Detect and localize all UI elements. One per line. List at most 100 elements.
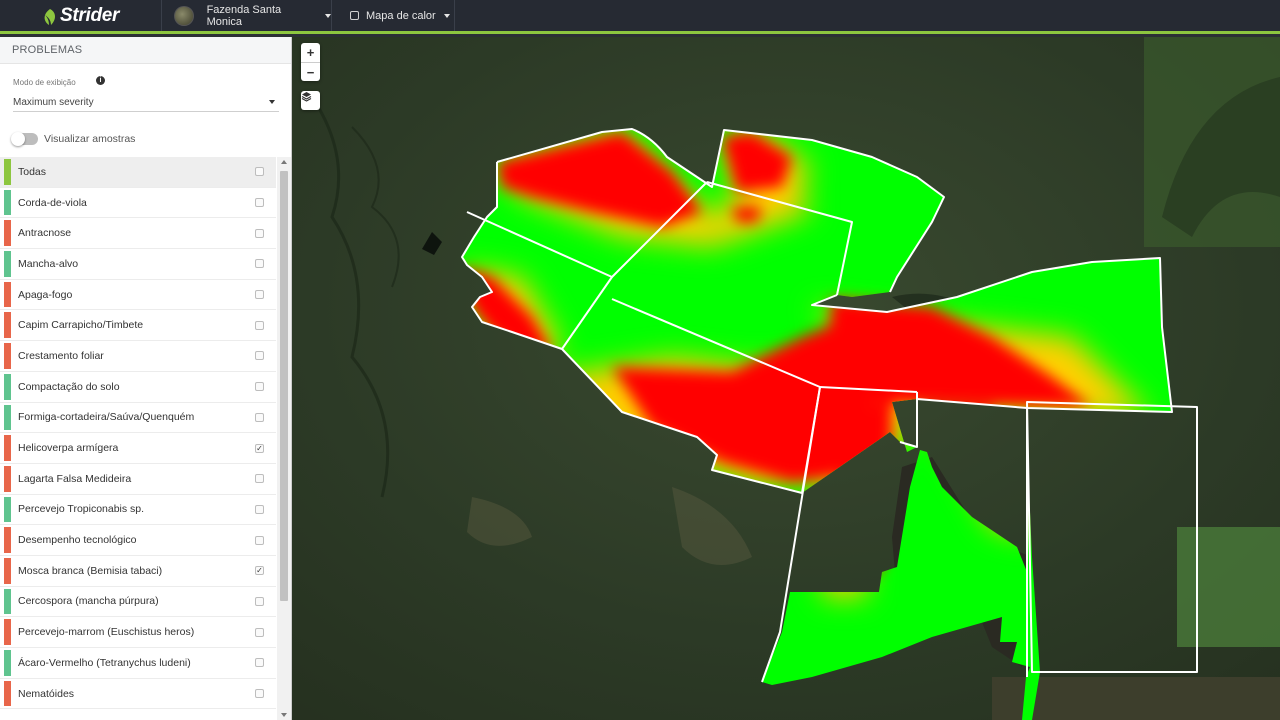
problem-item-checkbox[interactable]: [255, 351, 264, 361]
severity-color-bar: [4, 650, 11, 676]
severity-color-bar: [4, 251, 11, 277]
heatmap-checkbox[interactable]: [350, 11, 359, 20]
problem-item-checkbox[interactable]: [255, 167, 264, 177]
problem-item-checkbox[interactable]: [255, 596, 264, 606]
severity-color-bar: [4, 281, 11, 308]
leaf-icon: [44, 9, 56, 25]
problem-item[interactable]: Mosca branca (Bemisia tabaci) ✓: [0, 556, 276, 587]
brand-name: Strider: [60, 4, 120, 26]
severity-color-bar: [4, 312, 11, 339]
severity-color-bar: [4, 373, 11, 400]
problem-item-label: Helicoverpa armígera: [18, 442, 119, 455]
problem-item-label: Nematóides: [18, 687, 75, 700]
problem-item-checkbox[interactable]: [255, 259, 264, 269]
severity-color-bar: [4, 680, 11, 707]
info-icon[interactable]: i: [96, 76, 105, 85]
display-mode-select[interactable]: Maximum severity: [13, 93, 279, 112]
severity-color-bar: [4, 435, 11, 461]
problem-item[interactable]: Crestamento foliar: [0, 341, 276, 372]
problem-list: Todas Corda-de-viola Antracnose Mancha-alvo…: [0, 157, 276, 710]
problem-item-label: Mosca branca (Bemisia tabaci): [18, 564, 163, 577]
top-bar: Strider Fazenda Santa Monica Mapa de cal…: [0, 0, 1280, 34]
problem-item-checkbox[interactable]: [255, 627, 264, 637]
problem-item[interactable]: Desempenho tecnológico: [0, 525, 276, 556]
problem-item-checkbox[interactable]: [255, 535, 264, 545]
map-view[interactable]: + −: [292, 37, 1280, 720]
problem-item-label: Crestamento foliar: [18, 349, 104, 362]
severity-color-bar: [4, 465, 11, 492]
zoom-out-button[interactable]: −: [301, 62, 320, 81]
problem-item[interactable]: Nematóides: [0, 679, 276, 710]
severity-color-bar: [4, 404, 11, 431]
heatmap-toggle[interactable]: Mapa de calor: [332, 0, 455, 31]
show-samples-toggle[interactable]: [11, 132, 38, 146]
problem-item[interactable]: Compactação do solo: [0, 372, 276, 403]
problem-item[interactable]: Formiga-cortadeira/Saúva/Quenquém: [0, 403, 276, 434]
problem-item[interactable]: Percevejo Tropiconabis sp.: [0, 495, 276, 526]
layers-icon: [301, 92, 312, 102]
severity-color-bar: [4, 588, 11, 615]
problem-item[interactable]: Mancha-alvo: [0, 249, 276, 280]
problem-item-label: Percevejo Tropiconabis sp.: [18, 503, 145, 516]
problem-item-checkbox[interactable]: [255, 198, 264, 208]
severity-color-bar: [4, 189, 11, 216]
severity-color-bar: [4, 527, 11, 553]
problem-item-checkbox[interactable]: [255, 320, 264, 330]
problem-item-label: Antracnose: [18, 227, 72, 240]
farm-selector[interactable]: Fazenda Santa Monica: [162, 0, 332, 31]
chevron-down-icon: [269, 100, 275, 104]
zoom-in-button[interactable]: +: [301, 43, 320, 62]
problem-item[interactable]: Ácaro-Vermelho (Tetranychus ludeni): [0, 648, 276, 679]
problem-item[interactable]: Corda-de-viola: [0, 188, 276, 219]
scrollbar-thumb[interactable]: [280, 171, 288, 601]
problem-item[interactable]: Lagarta Falsa Medideira: [0, 464, 276, 495]
problem-item[interactable]: Percevejo-marrom (Euschistus heros): [0, 617, 276, 648]
display-mode-value: Maximum severity: [13, 96, 94, 108]
severity-color-bar: [4, 220, 11, 247]
problem-item-label: Desempenho tecnológico: [18, 534, 137, 547]
problems-sidebar: PROBLEMAS Modo de exibição i Maximum sev…: [0, 37, 292, 720]
problem-item-all[interactable]: Todas: [0, 157, 276, 188]
section-title: PROBLEMAS: [0, 37, 291, 64]
problem-item-label: Todas: [18, 165, 47, 178]
show-samples-label: Visualizar amostras: [44, 133, 136, 145]
problem-item-label: Formiga-cortadeira/Saúva/Quenquém: [18, 411, 195, 424]
layers-button[interactable]: [301, 91, 320, 110]
zoom-control: + −: [301, 43, 320, 81]
sidebar-scrollbar[interactable]: [277, 157, 291, 720]
farm-name: Fazenda Santa Monica: [206, 3, 282, 28]
problem-item-label: Cercospora (mancha púrpura): [18, 595, 159, 608]
problem-item-checkbox[interactable]: ✓: [255, 566, 264, 576]
farm-avatar: [174, 5, 194, 26]
problem-item-checkbox[interactable]: ✓: [255, 443, 264, 453]
heatmap-label: Mapa de calor: [366, 9, 436, 22]
chevron-down-icon: [443, 13, 450, 18]
severity-color-bar: [4, 619, 11, 645]
problem-item-checkbox[interactable]: [255, 412, 264, 422]
problem-item-label: Capim Carrapicho/Timbete: [18, 319, 144, 332]
problem-item-checkbox[interactable]: [255, 382, 264, 392]
display-mode-label: Modo de exibição: [13, 78, 76, 87]
severity-color-bar: [4, 557, 11, 584]
problem-item-checkbox[interactable]: [255, 504, 264, 514]
problem-item-checkbox[interactable]: [255, 290, 264, 300]
problem-item-checkbox[interactable]: [255, 474, 264, 484]
problem-item-label: Corda-de-viola: [18, 196, 87, 209]
severity-color-bar: [4, 343, 11, 369]
problem-item-label: Apaga-fogo: [18, 288, 73, 301]
problem-item-checkbox[interactable]: [255, 689, 264, 699]
scroll-up-icon[interactable]: [281, 160, 287, 164]
problem-item-checkbox[interactable]: [255, 228, 264, 238]
show-samples-row: Visualizar amostras: [11, 132, 136, 146]
severity-color-bar: [4, 159, 11, 185]
problem-item[interactable]: Apaga-fogo: [0, 280, 276, 311]
satellite-heatmap[interactable]: [292, 37, 1280, 720]
problem-item-checkbox[interactable]: [255, 658, 264, 668]
problem-item[interactable]: Cercospora (mancha púrpura): [0, 587, 276, 618]
problem-item-label: Mancha-alvo: [18, 257, 79, 270]
problem-item[interactable]: Capim Carrapicho/Timbete: [0, 310, 276, 342]
brand-logo[interactable]: Strider: [0, 0, 162, 31]
scroll-down-icon[interactable]: [281, 713, 287, 717]
problem-item[interactable]: Antracnose: [0, 218, 276, 250]
problem-item[interactable]: Helicoverpa armígera ✓: [0, 433, 276, 464]
